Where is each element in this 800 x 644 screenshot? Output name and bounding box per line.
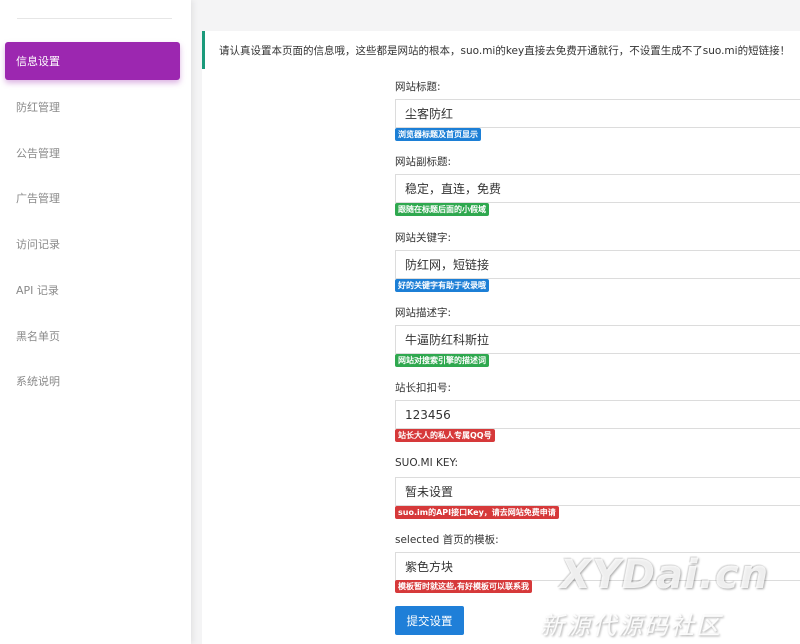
notice-banner: 请认真设置本页面的信息哦，这些都是网站的根本，suo.mi的key直接去免费开通… bbox=[202, 31, 800, 69]
suomi-key-label: SUO.MI KEY: bbox=[395, 457, 459, 469]
sidebar-item-access-log[interactable]: 访问记录 bbox=[5, 225, 180, 263]
suomi-key-input[interactable] bbox=[395, 477, 800, 506]
site-subtitle-label: 网站副标题: bbox=[395, 156, 452, 168]
sidebar-item-system-info[interactable]: 系统说明 bbox=[5, 362, 180, 400]
site-title-label: 网站标题: bbox=[395, 81, 441, 93]
site-description-input[interactable] bbox=[395, 325, 800, 354]
admin-qq-input[interactable] bbox=[395, 400, 800, 429]
watermark-tagline: 新源代源码社区 bbox=[540, 612, 722, 640]
site-keywords-hint: 好的关键字有助于收录哦 bbox=[395, 279, 489, 292]
sidebar-item-anti-red[interactable]: 防红管理 bbox=[5, 88, 180, 126]
template-select-hint: 模板暂时就这些,有好模板可以联系我 bbox=[395, 580, 533, 593]
admin-qq-hint: 站长大人的私人专属QQ号 bbox=[395, 429, 495, 442]
suomi-key-hint: suo.im的API接口Key，请去网站免费申请 bbox=[395, 506, 559, 519]
sidebar-item-api-log[interactable]: API 记录 bbox=[5, 271, 180, 309]
admin-qq-label: 站长扣扣号: bbox=[395, 382, 452, 394]
watermark-brand: XYDai.cn bbox=[560, 552, 770, 598]
sidebar-item-blacklist[interactable]: 黑名单页 bbox=[5, 317, 180, 355]
notice-text: 请认真设置本页面的信息哦，这些都是网站的根本，suo.mi的key直接去免费开通… bbox=[219, 44, 791, 57]
sidebar-divider bbox=[17, 18, 172, 19]
submit-button[interactable]: 提交设置 bbox=[395, 606, 464, 635]
sidebar-item-ads[interactable]: 广告管理 bbox=[5, 179, 180, 217]
sidebar: 信息设置 防红管理 公告管理 广告管理 访问记录 API 记录 黑名单页 系统说… bbox=[0, 0, 191, 644]
site-keywords-label: 网站关键字: bbox=[395, 232, 452, 244]
site-keywords-input[interactable] bbox=[395, 250, 800, 279]
sidebar-item-announcements[interactable]: 公告管理 bbox=[5, 134, 180, 172]
site-title-input[interactable] bbox=[395, 99, 800, 128]
watermark: XYDai.cn 新源代源码社区 bbox=[540, 552, 800, 644]
sidebar-item-info-settings[interactable]: 信息设置 bbox=[5, 42, 180, 80]
site-description-hint: 网站对搜索引擎的描述词 bbox=[395, 354, 489, 367]
site-subtitle-input[interactable] bbox=[395, 174, 800, 203]
site-title-hint: 浏览器标题及首页显示 bbox=[395, 128, 481, 141]
site-description-label: 网站描述字: bbox=[395, 307, 452, 319]
site-subtitle-hint: 跟随在标题后面的小假域 bbox=[395, 203, 489, 216]
template-select-label: selected 首页的模板: bbox=[395, 534, 499, 546]
